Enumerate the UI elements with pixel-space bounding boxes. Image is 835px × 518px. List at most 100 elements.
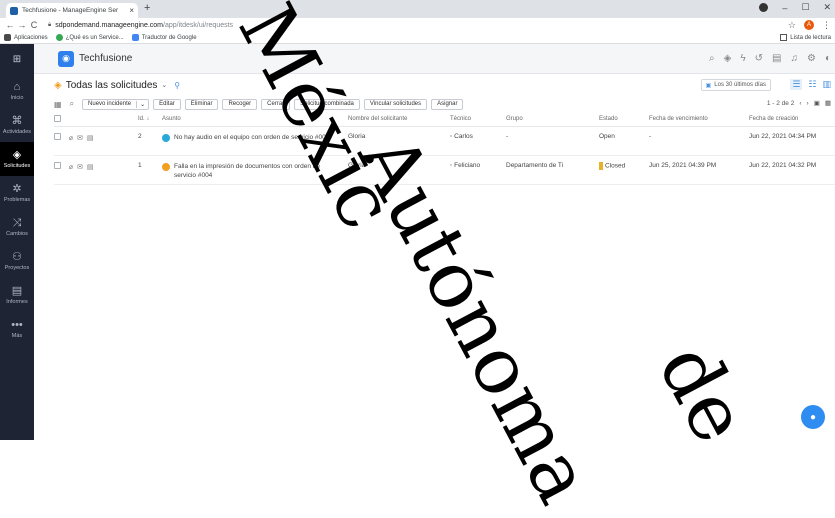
list-view-icon[interactable]: ☰: [790, 79, 802, 90]
merge-button[interactable]: Solicitud combinada: [294, 99, 360, 110]
col-technician[interactable]: Técnico: [450, 113, 506, 126]
url-host: sdpondemand.manageengine.com: [55, 22, 163, 29]
calendar-view-icon[interactable]: ▣: [814, 99, 820, 107]
sidebar-item-solicitudes[interactable]: ◈ Solicitudes: [0, 142, 34, 176]
sidebar-item-cambios[interactable]: ⤨ Cambios: [0, 210, 34, 244]
filter-icon[interactable]: ⚲: [174, 81, 180, 90]
chevron-down-icon[interactable]: ⌄: [161, 81, 167, 89]
activities-icon: ⌘: [12, 115, 23, 127]
row-checkbox[interactable]: [54, 133, 61, 140]
user-avatar[interactable]: ◐: [825, 53, 831, 64]
page-title[interactable]: Todas las solicitudes: [66, 80, 158, 91]
sidebar-item-proyectos[interactable]: ⚇ Proyectos: [0, 244, 34, 278]
period-selector[interactable]: ▣ Los 30 últimos días: [701, 79, 771, 91]
col-created[interactable]: Fecha de creación: [749, 113, 835, 126]
delete-button[interactable]: Eliminar: [185, 99, 219, 110]
problems-icon: ✲: [12, 183, 21, 195]
technician-name[interactable]: ◦ Carlos: [450, 126, 506, 155]
menu-kebab-icon[interactable]: ⋮: [822, 20, 831, 31]
table-row[interactable]: ⌀✉▤ 2 No hay audio en el equipo con orde…: [54, 126, 835, 155]
new-incident-button[interactable]: Nuevo incidente ⌄: [82, 99, 149, 110]
row-action-icons[interactable]: ⌀✉▤: [63, 135, 98, 142]
request-subject: No hay audio en el equipo con orden de s…: [174, 133, 329, 142]
back-icon[interactable]: ←: [4, 20, 16, 30]
status[interactable]: Open: [599, 126, 649, 155]
group-name: -: [506, 126, 599, 155]
minimize-icon[interactable]: –: [782, 3, 787, 13]
next-page-icon[interactable]: ›: [807, 100, 809, 107]
sidebar: ⊞ ⌂ Inicio ⌘ Actividades ◈ Solicitudes ✲…: [0, 44, 34, 440]
pagination-label: 1 - 2 de 2: [767, 100, 794, 107]
sidebar-item-inicio[interactable]: ⌂ Inicio: [0, 74, 34, 108]
sidebar-item-informes[interactable]: ▤ Informes: [0, 278, 34, 312]
select-all-checkbox[interactable]: [54, 115, 61, 122]
address-bar: ← → C 🔒︎ sdpondemand.manageengine.com /a…: [0, 18, 835, 32]
view-switcher: ☰ ☷ ▥: [790, 79, 831, 90]
quick-create-icon[interactable]: ◈: [724, 53, 732, 64]
tab-close-icon[interactable]: ×: [129, 6, 134, 15]
search-icon[interactable]: ⌕: [709, 53, 715, 64]
maximize-icon[interactable]: ☐: [801, 2, 809, 13]
apps-menu-icon[interactable]: ⊞: [0, 44, 34, 74]
search-icon[interactable]: ⌕: [70, 99, 74, 109]
profile-avatar[interactable]: A: [804, 20, 814, 30]
new-tab-button[interactable]: +: [144, 2, 150, 14]
row-action-icons[interactable]: ⌀✉▤: [63, 164, 98, 171]
requester-name: Gloria: [348, 155, 450, 184]
created-date: Jun 22, 2021 04:32 PM: [749, 155, 835, 184]
sidebar-item-label: Problemas: [4, 197, 30, 203]
chat-bubble-icon[interactable]: ●: [801, 405, 825, 429]
bookmark-translate[interactable]: Traductor de Google: [132, 34, 197, 41]
flash-icon[interactable]: ϟ: [740, 53, 745, 64]
pick-up-button[interactable]: Recoger: [222, 99, 257, 110]
url-field[interactable]: 🔒︎ sdpondemand.manageengine.com /app/itd…: [48, 22, 233, 29]
col-id[interactable]: Id. ↓: [138, 113, 162, 126]
status[interactable]: Closed: [599, 155, 649, 184]
sidebar-item-problemas[interactable]: ✲ Problemas: [0, 176, 34, 210]
history-icon[interactable]: ↺: [755, 53, 763, 64]
col-status[interactable]: Estado: [599, 113, 649, 126]
due-date: -: [649, 126, 749, 155]
col-due[interactable]: Fecha de vencimiento: [649, 113, 749, 126]
bookmark-apps[interactable]: Aplicaciones: [4, 34, 48, 41]
settings-icon[interactable]: ⚙: [807, 53, 816, 64]
assign-button[interactable]: Asignar: [431, 99, 463, 110]
chevron-down-icon[interactable]: ⌄: [136, 101, 148, 108]
column-view-icon[interactable]: ▥: [822, 79, 831, 90]
bookmark-service[interactable]: ¿Qué es un Service...: [56, 34, 124, 41]
grid-view-icon[interactable]: ▦: [825, 99, 831, 107]
col-group[interactable]: Grupo: [506, 113, 599, 126]
row-checkbox[interactable]: [54, 162, 61, 169]
reload-icon[interactable]: C: [28, 20, 40, 30]
prev-page-icon[interactable]: ‹: [799, 100, 801, 107]
link-requests-button[interactable]: Vincular solicitudes: [364, 99, 427, 110]
col-subject[interactable]: Asunto: [162, 113, 348, 126]
col-requester[interactable]: Nombre del solicitante: [348, 113, 450, 126]
request-subject-link[interactable]: No hay audio en el equipo con orden de s…: [162, 133, 342, 142]
edit-button[interactable]: Editar: [153, 99, 181, 110]
bookmark-star-icon[interactable]: ☆: [788, 20, 796, 31]
page-header: ◈ Todas las solicitudes ⌄ ⚲ ▣ Los 30 últ…: [34, 74, 835, 96]
requests-icon: ◈: [13, 149, 21, 161]
requests-table: Id. ↓ Asunto Nombre del solicitante Técn…: [54, 113, 835, 185]
close-button[interactable]: Cerrar: [261, 99, 290, 110]
technician-name[interactable]: ◦ Feliciano: [450, 155, 506, 184]
request-subject-link[interactable]: Falla en la impresión de documentos con …: [162, 162, 342, 180]
url-path: /app/itdesk/ui/requests: [163, 22, 233, 29]
browser-tab[interactable]: Techfusione - ManageEngine Ser ×: [6, 3, 138, 18]
profile-dot-icon[interactable]: [759, 3, 768, 12]
report-icon[interactable]: ▤: [772, 53, 781, 64]
notifications-icon[interactable]: ♫: [790, 53, 798, 64]
table-row[interactable]: ⌀✉▤ 1 Falla en la impresión de documento…: [54, 155, 835, 184]
bookmarks-bar: Aplicaciones ¿Qué es un Service... Tradu…: [0, 32, 835, 44]
new-incident-label: Nuevo incidente: [83, 101, 136, 107]
sidebar-item-actividades[interactable]: ⌘ Actividades: [0, 108, 34, 142]
columns-icon[interactable]: ▦: [54, 100, 62, 109]
reports-icon: ▤: [12, 285, 22, 297]
classic-view-icon[interactable]: ☷: [808, 79, 816, 90]
forward-icon[interactable]: →: [16, 20, 28, 30]
sidebar-item-mas[interactable]: ••• Más: [0, 312, 34, 346]
reading-list[interactable]: Lista de lectura: [780, 34, 831, 41]
close-window-icon[interactable]: ✕: [823, 2, 831, 13]
window-controls: – ☐ ✕: [759, 2, 831, 13]
